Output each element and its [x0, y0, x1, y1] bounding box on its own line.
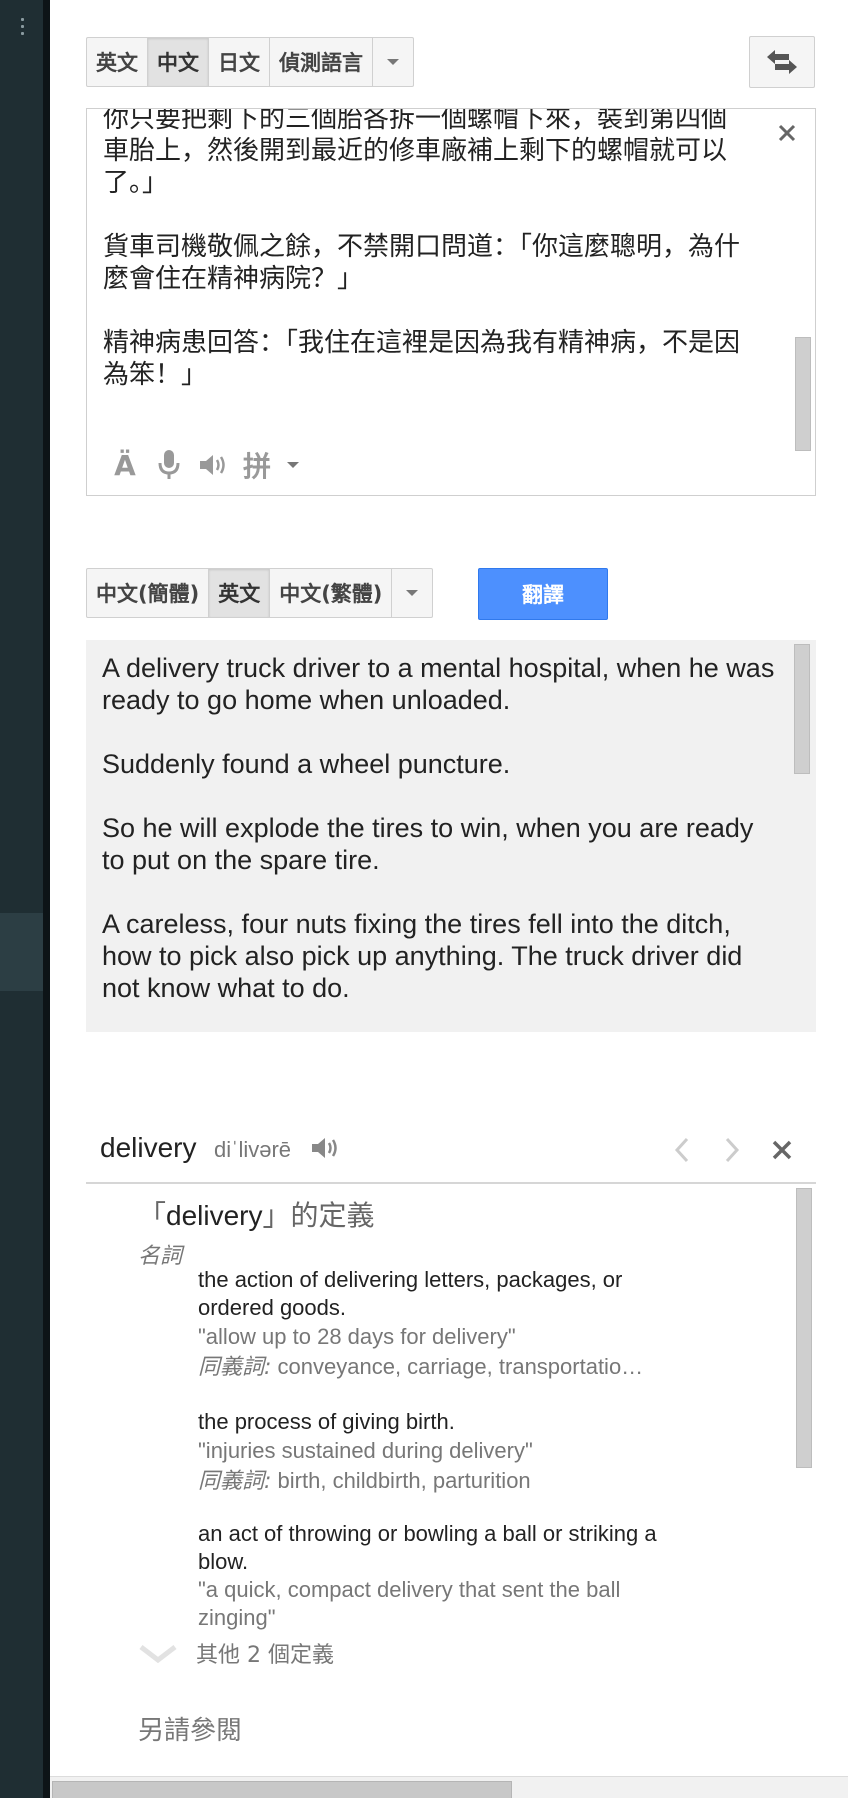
accent-a-icon: Ä [114, 448, 136, 482]
dictionary-word: delivery [100, 1132, 197, 1163]
sidebar-divider [43, 0, 50, 1798]
previous-word-button[interactable] [664, 1132, 700, 1168]
sense-definition: an act of throwing or bowling a ball or … [198, 1521, 657, 1574]
source-paragraph: 你只要把剩下的三個胎各拆一個螺帽下來，裝到第四個車胎上，然後開到最近的修車廠補上… [103, 108, 728, 198]
synonyms-label: 同義詞: [198, 1355, 272, 1380]
chevron-down-icon [406, 590, 419, 596]
listen-source-button[interactable] [193, 445, 233, 485]
dictionary-phonetic: diˈlivərē [214, 1137, 292, 1162]
keyboard-accent-button[interactable]: Ä [105, 445, 145, 485]
synonyms-list[interactable]: conveyance, carriage, transportatio… [278, 1354, 644, 1379]
sense-definition: the process of giving birth. [198, 1409, 455, 1434]
source-lang-detect[interactable]: 偵測語言 [270, 38, 373, 86]
listen-word-button[interactable] [310, 1134, 344, 1168]
sense-synonyms: 同義詞: conveyance, carriage, transportatio… [198, 1352, 698, 1383]
input-tools-button[interactable]: 拼 [237, 445, 277, 485]
source-text[interactable]: 你只要把剩下的三個胎各拆一個螺帽下來，裝到第四個車胎上，然後開到最近的修車廠補上… [103, 108, 743, 423]
source-lang-chinese[interactable]: 中文 [148, 38, 209, 86]
source-paragraph: 貨車司機敬佩之餘，不禁開口問道：「你這麼聰明，為什麼會住在精神病院？」 [103, 232, 741, 294]
definition-heading: 「delivery」的定義 [138, 1194, 375, 1234]
sense-example: "a quick, compact delivery that sent the… [198, 1577, 621, 1630]
result-scrollbar-thumb[interactable] [794, 644, 810, 774]
part-of-speech: 名詞 [138, 1244, 183, 1269]
definition-heading-open: 「 [138, 1199, 167, 1232]
speaker-icon [312, 1138, 337, 1158]
result-text[interactable]: A delivery truck driver to a mental hosp… [102, 652, 782, 1032]
close-icon [772, 1140, 792, 1160]
synonyms-label: 同義詞: [198, 1469, 272, 1494]
input-tools-dropdown[interactable] [281, 445, 305, 485]
translation-result: A delivery truck driver to a mental hosp… [86, 640, 816, 1032]
close-dictionary-button[interactable] [764, 1132, 800, 1168]
result-paragraph: Suddenly found a wheel puncture. [102, 749, 511, 779]
sidebar-active-item[interactable] [0, 913, 43, 991]
chevron-down-icon [287, 462, 299, 468]
chevron-right-icon [725, 1137, 740, 1163]
definition-sense: an act of throwing or bowling a ball or … [198, 1520, 698, 1632]
speaker-icon [200, 455, 225, 475]
sense-example: "injuries sustained during delivery" [198, 1438, 533, 1463]
definition-sense: the action of delivering letters, packag… [198, 1266, 698, 1383]
source-text-area[interactable]: 你只要把剩下的三個胎各拆一個螺帽下來，裝到第四個車胎上，然後開到最近的修車廠補上… [86, 108, 816, 496]
pinyin-icon: 拼 [242, 450, 271, 483]
result-paragraph: So he will explode the tires to win, whe… [102, 813, 754, 875]
target-lang-chinese-traditional[interactable]: 中文(繁體) [270, 569, 393, 617]
more-definitions-toggle[interactable]: 其他 2 個定義 [138, 1637, 334, 1666]
see-also-heading: 另請參閱 [138, 1716, 243, 1746]
voice-input-button[interactable] [149, 445, 189, 485]
source-paragraph: 精神病患回答：「我住在這裡是因為我有精神病，不是因為笨！」 [103, 328, 741, 390]
source-language-bar: 英文 中文 日文 偵測語言 [86, 37, 414, 87]
horizontal-scrollbar-thumb[interactable] [52, 1781, 512, 1798]
next-word-button[interactable] [714, 1132, 750, 1168]
target-lang-chinese-simplified[interactable]: 中文(簡體) [87, 569, 210, 617]
translate-button[interactable]: 翻譯 [478, 568, 608, 620]
synonyms-list[interactable]: birth, childbirth, parturition [278, 1468, 531, 1493]
more-vertical-icon[interactable] [21, 18, 25, 39]
horizontal-scrollbar[interactable] [50, 1776, 848, 1798]
swap-arrows-icon [767, 50, 797, 74]
microphone-icon [158, 450, 180, 479]
target-language-bar: 中文(簡體) 英文 中文(繁體) [86, 568, 434, 618]
chevron-down-icon [387, 59, 399, 65]
swap-languages-button[interactable] [749, 36, 815, 88]
target-lang-english[interactable]: 英文 [209, 569, 271, 617]
dictionary-header: delivery diˈlivərē [86, 1122, 816, 1184]
source-lang-dropdown[interactable] [373, 38, 413, 86]
definition-heading-suffix: 」的定義 [262, 1199, 375, 1232]
clear-source-button[interactable] [773, 119, 801, 147]
source-toolbar: Ä 拼 [105, 445, 309, 485]
result-paragraph: A delivery truck driver to a mental hosp… [102, 653, 775, 715]
source-lang-english[interactable]: 英文 [87, 38, 148, 86]
close-icon [778, 124, 796, 142]
definition-sense: the process of giving birth. "injuries s… [198, 1408, 698, 1497]
more-definitions-label: 其他 2 個定義 [196, 1643, 334, 1666]
sense-example: "allow up to 28 days for delivery" [198, 1324, 516, 1349]
sense-definition: the action of delivering letters, packag… [198, 1267, 623, 1320]
left-sidebar-rail [0, 0, 43, 1798]
definition-heading-word: delivery [166, 1200, 263, 1231]
chevron-left-icon [674, 1137, 689, 1163]
source-scrollbar-thumb[interactable] [795, 337, 811, 451]
target-lang-dropdown[interactable] [392, 569, 432, 617]
dictionary-scrollbar-thumb[interactable] [796, 1188, 812, 1468]
chevron-down-icon [139, 1645, 177, 1663]
dictionary-panel: 「delivery」的定義 名詞 the action of deliverin… [86, 1186, 816, 1666]
source-lang-japanese[interactable]: 日文 [209, 38, 270, 86]
sense-synonyms: 同義詞: birth, childbirth, parturition [198, 1466, 698, 1497]
result-paragraph: A careless, four nuts fixing the tires f… [102, 909, 743, 1003]
